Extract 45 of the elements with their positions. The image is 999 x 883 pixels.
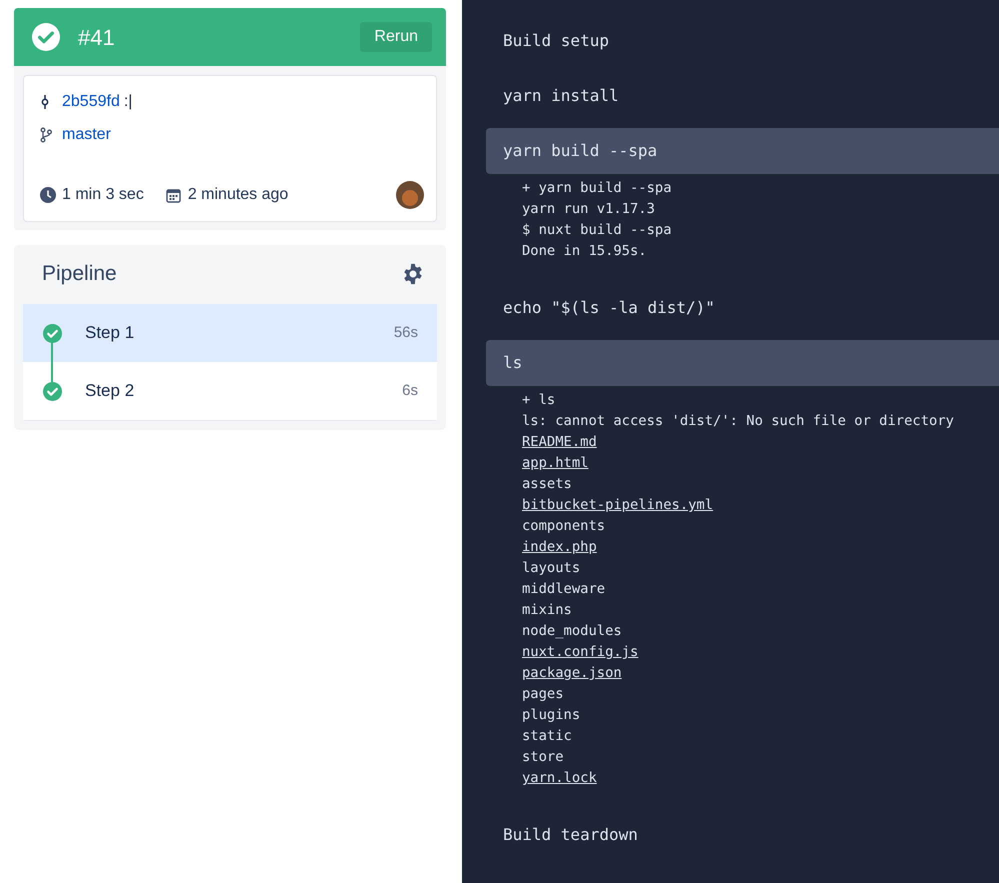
log-line: assets <box>522 475 572 494</box>
log-line: static <box>522 727 572 746</box>
log-line: pages <box>522 685 564 704</box>
log-command[interactable]: echo "$(ls -la dist/)" <box>486 285 999 331</box>
log-line: yarn run v1.17.3 <box>522 200 655 219</box>
avatar <box>396 181 424 209</box>
log-line: plugins <box>522 706 580 725</box>
log-command[interactable]: Build teardown <box>486 812 999 858</box>
log-command[interactable]: ls <box>486 340 999 386</box>
log-line: $ nuxt build --spa <box>522 221 672 240</box>
duration-text: 1 min 3 sec <box>62 185 144 205</box>
file-link[interactable]: package.json <box>522 663 622 684</box>
log-line: components <box>522 517 606 536</box>
log-line: layouts <box>522 559 580 578</box>
log-line: store <box>522 748 564 767</box>
log-command[interactable]: Build setup <box>486 18 999 64</box>
log-line: Done in 15.95s. <box>522 242 647 261</box>
connector-line <box>51 342 53 382</box>
calendar-icon <box>166 188 181 202</box>
log-line: + yarn build --spa <box>522 179 672 198</box>
time-ago-text: 2 minutes ago <box>188 185 288 205</box>
log-line: node_modules <box>522 622 622 641</box>
commit-icon <box>40 94 50 110</box>
branch-icon <box>40 127 52 143</box>
file-link[interactable]: app.html <box>522 453 588 474</box>
file-link[interactable]: nuxt.config.js <box>522 642 638 663</box>
commit-hash-link[interactable]: 2b559fd <box>62 90 120 114</box>
commit-message: :| <box>124 92 132 112</box>
clock-icon <box>40 187 56 203</box>
file-link[interactable]: bitbucket-pipelines.yml <box>522 495 714 516</box>
log-line: + ls <box>522 391 556 410</box>
settings-icon[interactable] <box>402 262 424 285</box>
pipeline-step[interactable]: Step 1 56s <box>23 304 437 362</box>
log-line: ls: cannot access 'dist/': No such file or directory <box>522 412 954 431</box>
log-line: mixins <box>522 601 572 620</box>
build-number: #41 <box>78 24 115 52</box>
branch-link[interactable]: master <box>62 123 111 147</box>
check-icon <box>32 23 60 51</box>
log-line: middleware <box>522 580 606 599</box>
pipeline-title: Pipeline <box>42 261 117 286</box>
file-link[interactable]: README.md <box>522 432 597 453</box>
log-command[interactable]: yarn build --spa <box>486 128 999 174</box>
file-link[interactable]: index.php <box>522 537 597 558</box>
log-command[interactable]: yarn install <box>486 73 999 119</box>
file-link[interactable]: yarn.lock <box>522 768 597 789</box>
